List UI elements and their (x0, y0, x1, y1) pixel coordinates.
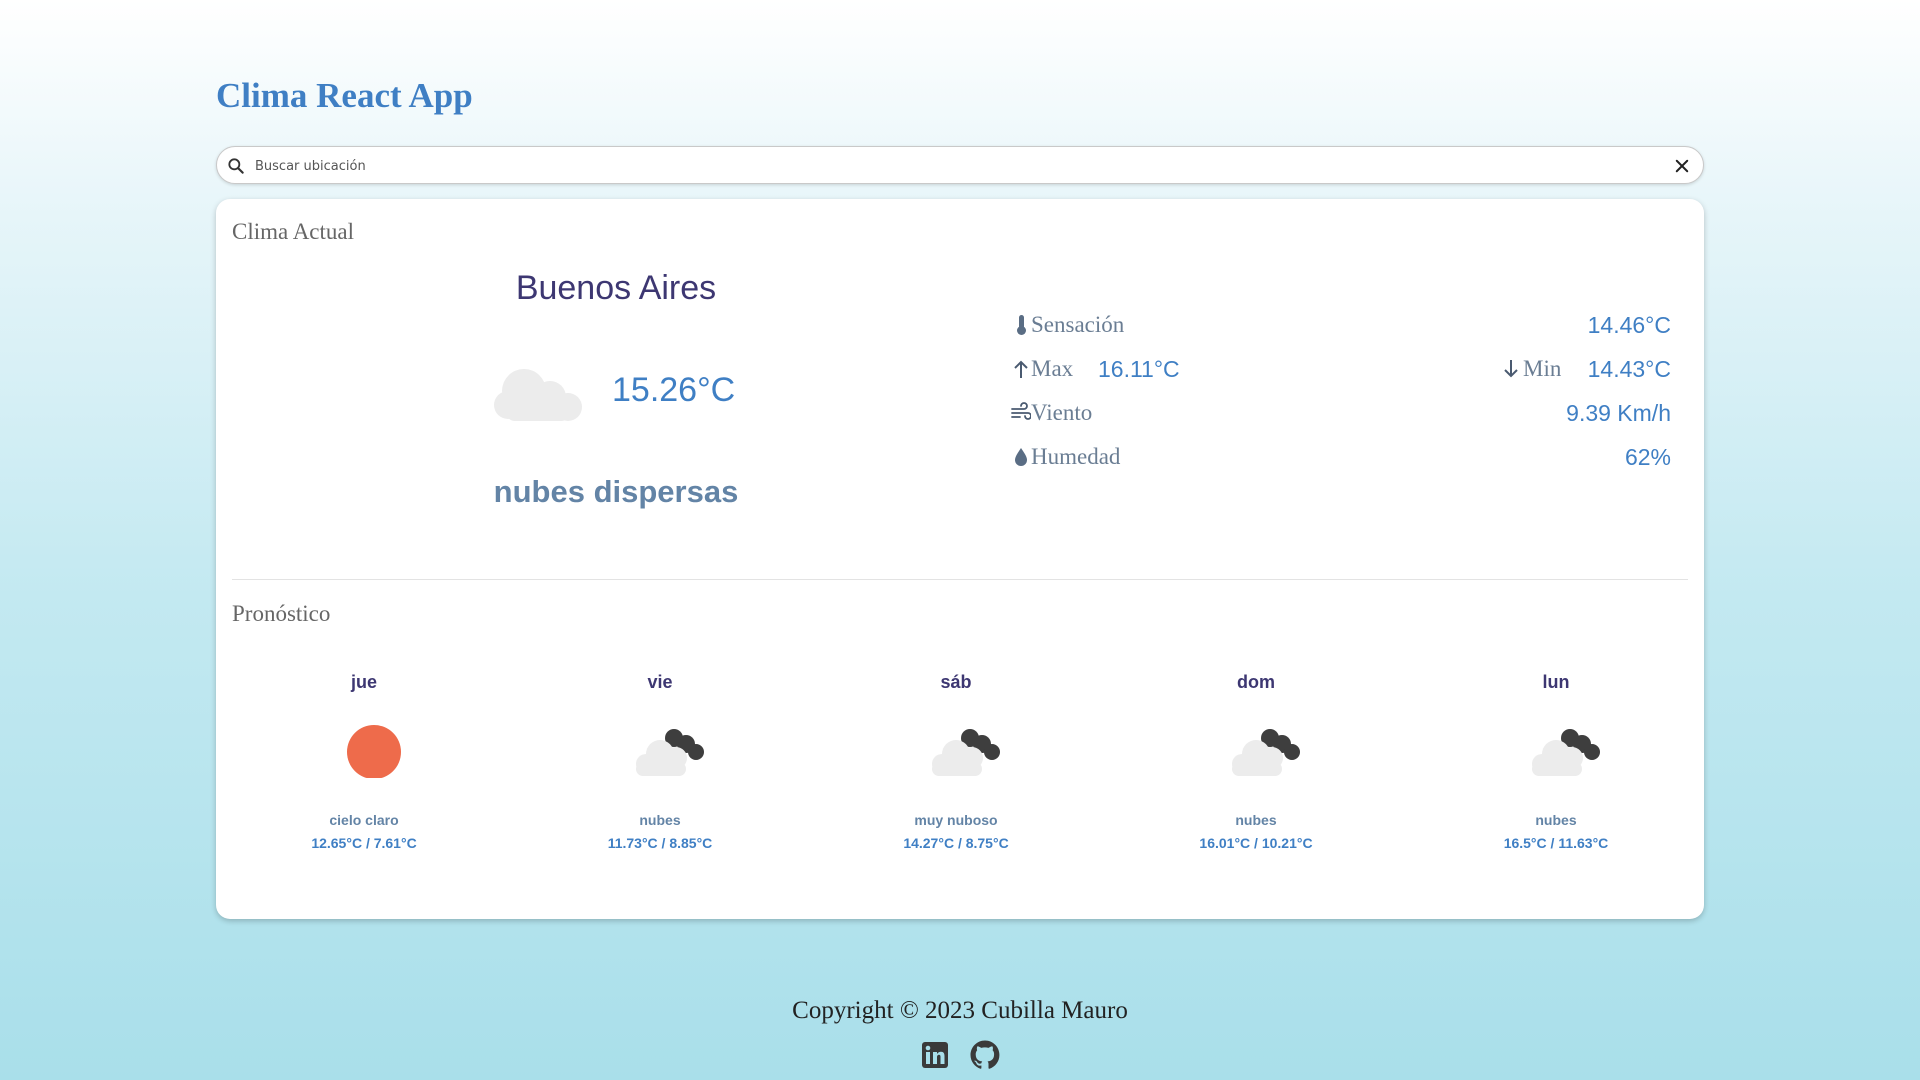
stat-value-humedad: 62% (1624, 444, 1671, 470)
min-group: Min 14.43°C (1501, 354, 1671, 384)
forecast-temps: 14.27°C / 8.75°C (903, 835, 1009, 851)
forecast-description: muy nuboso (914, 812, 998, 828)
stat-label-sensacion: Sensación (1031, 312, 1125, 337)
stat-value-viento: 9.39 Km/h (1566, 400, 1671, 426)
sun-icon (347, 725, 401, 778)
weather-description: nubes dispersas (493, 474, 739, 509)
forecast-description: nubes (1535, 812, 1577, 828)
linkedin-icon[interactable] (921, 1041, 949, 1069)
cloudy-icon (932, 729, 1000, 776)
forecast-description: cielo claro (329, 812, 399, 828)
water-drop-icon (1015, 448, 1027, 466)
forecast-temps: 11.73°C / 8.85°C (607, 835, 713, 851)
forecast-description: nubes (639, 812, 681, 828)
forecast-day: lun (1542, 672, 1570, 692)
current-temperature: 15.26°C (612, 371, 736, 409)
forecast-day: sáb (940, 672, 972, 692)
arrow-down-icon (1504, 360, 1518, 378)
stat-row-viento: Viento 9.39 Km/h (1011, 398, 1671, 428)
thermometer-icon (1017, 315, 1026, 335)
city-name: Buenos Aires (515, 269, 717, 307)
cloud-icon (494, 369, 582, 421)
github-icon[interactable] (969, 1039, 1001, 1071)
forecast-item-sab: sáb muy nuboso 14.27°C / 8.75°C (856, 672, 1056, 862)
search-input[interactable] (255, 153, 1635, 179)
wind-icon (1011, 402, 1031, 420)
forecast-temps: 12.65°C / 7.61°C (311, 835, 417, 851)
search-icon (228, 158, 244, 174)
stat-label-viento: Viento (1031, 400, 1093, 425)
copyright-text: Copyright © 2023 Cubilla Mauro (792, 997, 1128, 1024)
stat-value-sensacion: 14.46°C (1587, 312, 1671, 338)
stat-label-min: Min (1523, 356, 1562, 381)
stat-label-humedad: Humedad (1031, 444, 1121, 469)
search-bar[interactable] (216, 146, 1704, 184)
stat-row-max-min: Max 16.11°C Min 14.43°C (1011, 354, 1671, 384)
forecast-day: vie (647, 672, 673, 692)
cloudy-icon (1532, 729, 1600, 776)
forecast-temps: 16.5°C / 11.63°C (1503, 835, 1609, 851)
forecast-item-lun: lun nubes 16.5°C / 11.63°C (1456, 672, 1656, 862)
forecast-item-vie: vie nubes 11.73°C / 8.85°C (560, 672, 760, 862)
stat-value-max: 16.11°C (1098, 356, 1180, 382)
forecast-day: dom (1237, 672, 1275, 692)
forecast-temps: 16.01°C / 10.21°C (1199, 835, 1313, 851)
app-title: Clima React App (216, 76, 473, 115)
forecast-title: Pronóstico (232, 601, 331, 626)
current-weather-title: Clima Actual (232, 219, 355, 244)
stat-label-max: Max (1031, 356, 1074, 381)
forecast-day: jue (350, 672, 377, 692)
cloudy-icon (1232, 729, 1300, 776)
weather-card: Clima Actual Buenos Aires 15.26°C nubes … (216, 199, 1704, 919)
forecast-description: nubes (1235, 812, 1277, 828)
forecast-item-jue: jue cielo claro 12.65°C / 7.61°C (264, 672, 464, 862)
stat-row-humedad: Humedad 62% (1011, 442, 1671, 472)
stat-value-min: 14.43°C (1587, 356, 1671, 382)
stat-row-sensacion: Sensación 14.46°C (1011, 310, 1671, 340)
forecast-item-dom: dom nubes 16.01°C / 10.21°C (1156, 672, 1356, 862)
cloudy-icon (636, 729, 704, 776)
arrow-up-icon (1014, 360, 1028, 378)
clear-search-icon[interactable] (1673, 157, 1691, 175)
divider (232, 579, 1688, 580)
